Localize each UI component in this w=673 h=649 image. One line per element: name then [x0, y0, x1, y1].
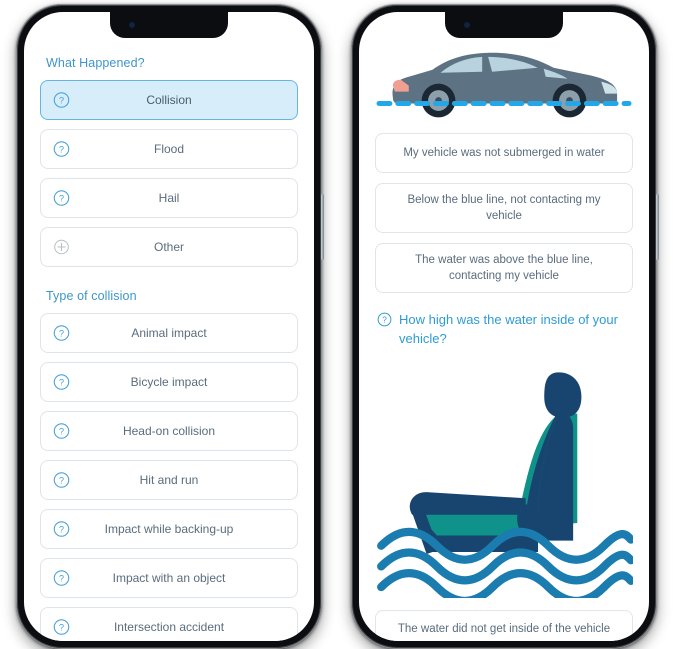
option-label: Impact with an object: [112, 570, 226, 585]
svg-text:?: ?: [59, 328, 64, 338]
question-circle-icon: ?: [53, 92, 70, 109]
power-button[interactable]: [321, 194, 324, 260]
question-circle-icon: ?: [53, 521, 70, 538]
option-head-on-collision[interactable]: ? Head-on collision: [40, 411, 298, 451]
question-circle-icon: ?: [53, 570, 70, 587]
svg-text:?: ?: [59, 95, 64, 105]
question-circle-icon: ?: [53, 619, 70, 636]
section-title-type-of-collision: Type of collision: [46, 289, 137, 303]
question-circle-icon: ?: [53, 141, 70, 158]
option-label: Below the blue line, not contacting my v…: [407, 193, 601, 223]
option-other[interactable]: Other: [40, 227, 298, 267]
option-not-submerged[interactable]: My vehicle was not submerged in water: [375, 133, 633, 174]
question-text: How high was the water inside of your ve…: [399, 312, 618, 346]
question-circle-icon: ?: [53, 190, 70, 207]
car-side-view-with-blue-waterline-illustration: [375, 42, 633, 119]
question-circle-icon: ?: [53, 374, 70, 391]
plus-circle-icon: [53, 239, 70, 256]
option-intersection-accident[interactable]: ? Intersection accident: [40, 607, 298, 641]
left-phone-device: What Happened? ? Collision ? Flood ? Hai…: [16, 4, 324, 649]
option-label: Other: [153, 239, 184, 254]
question-how-high-was-water: ? How high was the water inside of your …: [377, 311, 633, 348]
svg-text:?: ?: [59, 377, 64, 387]
svg-text:?: ?: [59, 426, 64, 436]
notch: [445, 12, 563, 38]
option-impact-while-backing-up[interactable]: ? Impact while backing-up: [40, 509, 298, 549]
svg-text:?: ?: [59, 193, 64, 203]
two-phone-mockup-scene: What Happened? ? Collision ? Flood ? Hai…: [0, 0, 673, 649]
option-label: The water did not get inside of the vehi…: [397, 623, 611, 636]
question-circle-icon[interactable]: ?: [377, 312, 392, 327]
notch: [110, 12, 228, 38]
option-label: Flood: [153, 141, 185, 156]
car-seat-in-water-illustration: [375, 360, 633, 598]
question-circle-icon: ?: [53, 472, 70, 489]
option-hit-and-run[interactable]: ? Hit and run: [40, 460, 298, 500]
right-screen-content: My vehicle was not submerged in water Be…: [359, 12, 649, 641]
option-label: Animal impact: [131, 325, 207, 340]
option-label: Intersection accident: [113, 619, 225, 634]
front-camera-icon: [464, 22, 470, 28]
svg-text:?: ?: [59, 524, 64, 534]
svg-text:?: ?: [59, 475, 64, 485]
option-label: Hail: [158, 190, 180, 205]
front-camera-icon: [129, 22, 135, 28]
power-button[interactable]: [656, 194, 659, 260]
option-label: Collision: [146, 92, 192, 107]
option-label: Head-on collision: [122, 423, 216, 438]
option-water-did-not-get-inside[interactable]: The water did not get inside of the vehi…: [375, 609, 633, 641]
option-label: Hit and run: [139, 472, 199, 487]
right-phone-device: My vehicle was not submerged in water Be…: [351, 4, 659, 649]
option-impact-with-an-object[interactable]: ? Impact with an object: [40, 558, 298, 598]
option-label: The water was above the blue line, conta…: [415, 253, 593, 283]
section-title-what-happened: What Happened?: [46, 56, 145, 70]
question-circle-icon: ?: [53, 325, 70, 342]
option-flood[interactable]: ? Flood: [40, 129, 298, 169]
option-label: Bicycle impact: [130, 374, 208, 389]
svg-text:?: ?: [59, 573, 64, 583]
left-phone-screen: What Happened? ? Collision ? Flood ? Hai…: [24, 12, 314, 641]
option-bicycle-impact[interactable]: ? Bicycle impact: [40, 362, 298, 402]
option-below-blue-line[interactable]: Below the blue line, not contacting my v…: [375, 183, 633, 234]
right-phone-screen: My vehicle was not submerged in water Be…: [359, 12, 649, 641]
question-circle-icon: ?: [53, 423, 70, 440]
option-above-blue-line[interactable]: The water was above the blue line, conta…: [375, 243, 633, 294]
svg-text:?: ?: [59, 144, 64, 154]
option-collision[interactable]: ? Collision: [40, 80, 298, 120]
left-screen-content: What Happened? ? Collision ? Flood ? Hai…: [24, 12, 314, 641]
svg-text:?: ?: [59, 622, 64, 632]
option-animal-impact[interactable]: ? Animal impact: [40, 313, 298, 353]
option-label: Impact while backing-up: [104, 521, 234, 536]
option-label: My vehicle was not submerged in water: [403, 147, 605, 160]
svg-text:?: ?: [382, 316, 387, 325]
option-hail[interactable]: ? Hail: [40, 178, 298, 218]
